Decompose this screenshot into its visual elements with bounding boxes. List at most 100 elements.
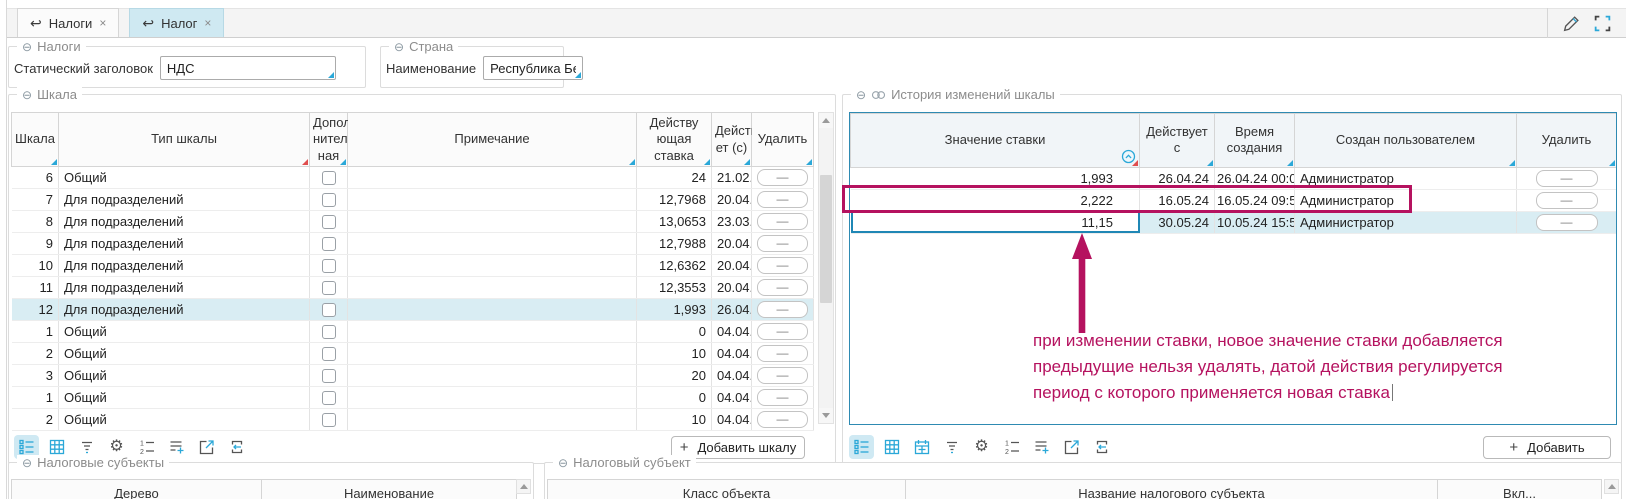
history-table-row[interactable]: 11,1530.05.2410.05.24 15:52Администратор… bbox=[851, 211, 1617, 233]
fullscreen-icon[interactable] bbox=[1593, 14, 1612, 33]
scale-number: 2 bbox=[12, 343, 59, 365]
close-icon[interactable]: × bbox=[204, 16, 211, 30]
scale-table-scrollbar[interactable] bbox=[818, 112, 834, 424]
scale-table-row[interactable]: 12Для подразделений1,99326.04.24— bbox=[12, 299, 814, 321]
collapse-icon[interactable]: ⊖ bbox=[22, 456, 32, 470]
delete-row-button[interactable]: — bbox=[757, 367, 808, 384]
delete-row-button[interactable]: — bbox=[757, 279, 808, 296]
column-header-from[interactable]: Действу ет (с) bbox=[712, 113, 752, 167]
delete-row-button[interactable]: — bbox=[757, 257, 808, 274]
collapse-icon[interactable]: ⊖ bbox=[856, 88, 866, 102]
calendar-icon[interactable] bbox=[909, 435, 934, 459]
current-rate: 12,7988 bbox=[637, 233, 712, 255]
tab-bar: ↩ Налоги × ↩ Налог × bbox=[7, 8, 1626, 38]
column-header[interactable]: Наименование bbox=[262, 480, 517, 499]
list-view-icon[interactable] bbox=[849, 435, 874, 459]
collapse-icon[interactable]: ⊖ bbox=[22, 88, 32, 102]
extra-checkbox[interactable] bbox=[322, 325, 336, 339]
delete-row-button[interactable]: — bbox=[757, 323, 808, 340]
delete-row-button[interactable]: — bbox=[757, 301, 808, 318]
scale-table-row[interactable]: 1Общий004.04.02— bbox=[12, 321, 814, 343]
delete-row-button[interactable]: — bbox=[757, 213, 808, 230]
scale-table-row[interactable]: 10Для подразделений12,636220.04.24— bbox=[12, 255, 814, 277]
delete-row-button[interactable]: — bbox=[1536, 214, 1598, 231]
annotation-note[interactable]: при изменении ставки, новое значение ста… bbox=[1033, 328, 1573, 406]
static-title-input[interactable] bbox=[160, 56, 336, 80]
refresh-icon[interactable] bbox=[1089, 435, 1114, 459]
scale-type: Общий bbox=[59, 409, 310, 431]
collapse-icon[interactable]: ⊖ bbox=[558, 456, 568, 470]
delete-row-button[interactable]: — bbox=[1536, 192, 1598, 209]
scale-table-row[interactable]: 2Общий1004.04.02— bbox=[12, 409, 814, 431]
filter-icon[interactable] bbox=[939, 435, 964, 459]
delete-row-button[interactable]: — bbox=[1536, 170, 1598, 187]
scrollbar-thumb[interactable] bbox=[820, 175, 832, 303]
extra-cell bbox=[310, 189, 348, 211]
column-header-rate-value[interactable]: Значение ставки bbox=[851, 114, 1140, 168]
column-header-type[interactable]: Тип шкалы bbox=[59, 113, 310, 167]
column-header-note[interactable]: Примечание bbox=[348, 113, 637, 167]
column-header-created-by[interactable]: Создан пользователем bbox=[1295, 114, 1517, 168]
extra-checkbox[interactable] bbox=[322, 303, 336, 317]
column-header-created[interactable]: Время создания bbox=[1215, 114, 1295, 168]
column-header-valid-from[interactable]: Действует с bbox=[1140, 114, 1215, 168]
extra-checkbox[interactable] bbox=[322, 391, 336, 405]
scale-table-row[interactable]: 6Общий2421.02.08— bbox=[12, 167, 814, 189]
scroll-up-icon[interactable] bbox=[819, 113, 833, 128]
delete-row-button[interactable]: — bbox=[757, 191, 808, 208]
open-external-icon[interactable] bbox=[194, 435, 219, 459]
scroll-up-icon[interactable] bbox=[1604, 479, 1619, 494]
scale-table-row[interactable]: 7Для подразделений12,796820.04.24— bbox=[12, 189, 814, 211]
open-external-icon[interactable] bbox=[1059, 435, 1084, 459]
edit-pencil-icon[interactable] bbox=[1562, 14, 1581, 33]
extra-checkbox[interactable] bbox=[322, 281, 336, 295]
scale-table-row[interactable]: 3Общий2004.04.02— bbox=[12, 365, 814, 387]
scale-table-row[interactable]: 1Общий004.04.02— bbox=[12, 387, 814, 409]
tab-nalog[interactable]: ↩ Налог × bbox=[129, 8, 224, 37]
extra-checkbox[interactable] bbox=[322, 347, 336, 361]
collapse-icon[interactable]: ⊖ bbox=[22, 40, 32, 54]
column-header-delete[interactable]: Удалить bbox=[1517, 114, 1617, 168]
extra-checkbox[interactable] bbox=[322, 369, 336, 383]
collapse-icon[interactable]: ⊖ bbox=[394, 40, 404, 54]
extra-checkbox[interactable] bbox=[322, 237, 336, 251]
grid-icon[interactable] bbox=[879, 435, 904, 459]
valid-from: 21.02.08 bbox=[712, 167, 752, 189]
tab-nalogi[interactable]: ↩ Налоги × bbox=[17, 8, 119, 37]
scale-table-row[interactable]: 2Общий1004.04.02— bbox=[12, 343, 814, 365]
scale-table-row[interactable]: 8Для подразделений13,065323.03.24— bbox=[12, 211, 814, 233]
scale-table-row[interactable]: 11Для подразделений12,355320.04.24— bbox=[12, 277, 814, 299]
delete-row-button[interactable]: — bbox=[757, 389, 808, 406]
add-history-button[interactable]: + Добавить bbox=[1483, 436, 1611, 459]
column-header-extra[interactable]: Допол нитель ная bbox=[310, 113, 348, 167]
delete-row-button[interactable]: — bbox=[757, 411, 808, 428]
scale-number: 11 bbox=[12, 277, 59, 299]
close-icon[interactable]: × bbox=[99, 16, 106, 30]
country-name-input[interactable] bbox=[483, 56, 583, 80]
extra-checkbox[interactable] bbox=[322, 413, 336, 427]
scale-table-row[interactable]: 9Для подразделений12,798820.04.24— bbox=[12, 233, 814, 255]
column-header[interactable]: Название налогового субъекта bbox=[906, 480, 1438, 499]
delete-row-button[interactable]: — bbox=[757, 345, 808, 362]
delete-row-button[interactable]: — bbox=[757, 235, 808, 252]
extra-checkbox[interactable] bbox=[322, 171, 336, 185]
extra-checkbox[interactable] bbox=[322, 259, 336, 273]
column-header-delete[interactable]: Удалить bbox=[752, 113, 814, 167]
delete-row-button[interactable]: — bbox=[757, 169, 808, 186]
extra-checkbox[interactable] bbox=[322, 215, 336, 229]
annotation-line: предыдущие нельзя удалять, датой действи… bbox=[1033, 354, 1573, 380]
column-header[interactable]: Дерево bbox=[12, 480, 262, 499]
delete-cell: — bbox=[752, 321, 814, 343]
settings-gear-icon[interactable]: ⚙ bbox=[969, 435, 994, 459]
numbered-list-icon[interactable]: 12 bbox=[999, 435, 1024, 459]
scroll-up-icon[interactable] bbox=[516, 479, 531, 494]
annotation-arrow-icon bbox=[1058, 233, 1106, 335]
scroll-down-icon[interactable] bbox=[819, 408, 833, 423]
extra-checkbox[interactable] bbox=[322, 193, 336, 207]
column-header-rate[interactable]: Действу ющая ставка bbox=[637, 113, 712, 167]
column-header[interactable]: Класс объекта bbox=[548, 480, 906, 499]
refresh-icon[interactable] bbox=[224, 435, 249, 459]
column-header[interactable]: Вкл... bbox=[1438, 480, 1602, 499]
add-row-icon[interactable] bbox=[1029, 435, 1054, 459]
column-header-scale[interactable]: Шкала bbox=[12, 113, 59, 167]
